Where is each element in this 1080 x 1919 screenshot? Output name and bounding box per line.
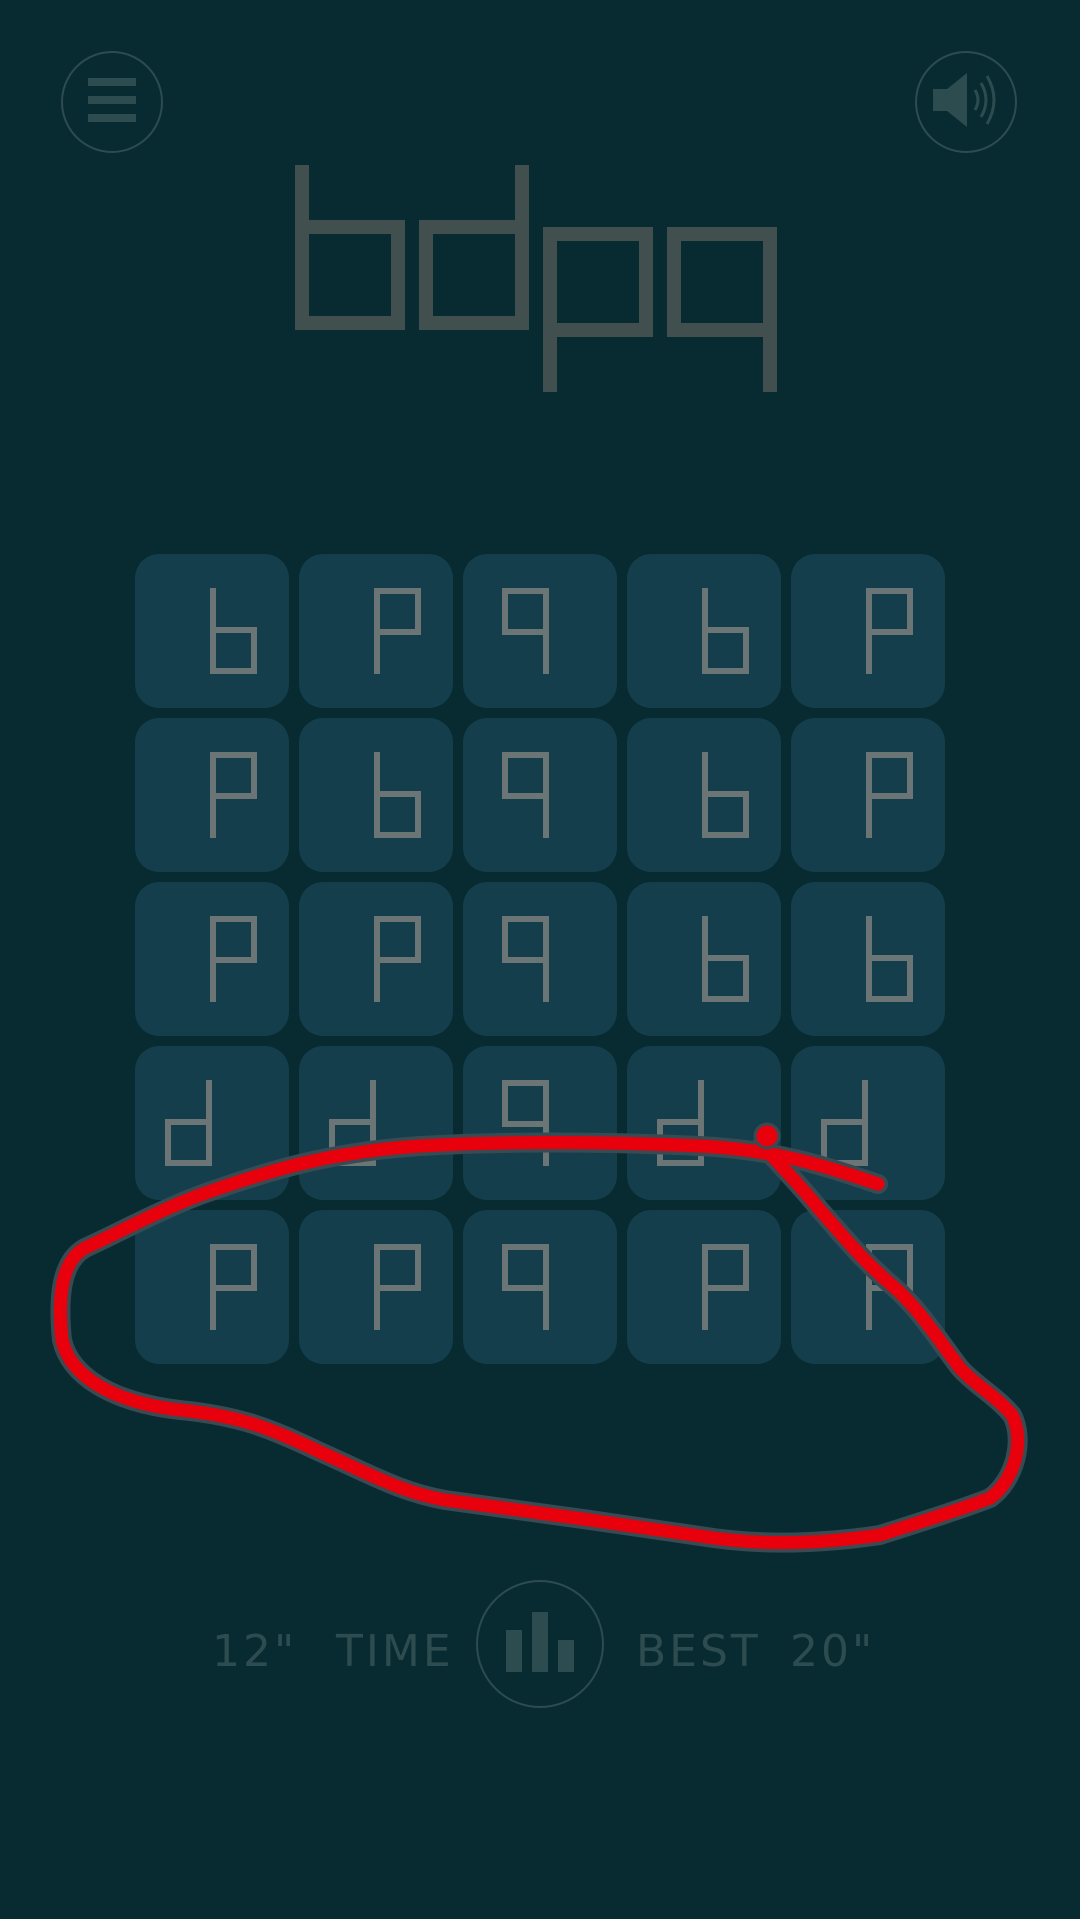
- tile[interactable]: [135, 554, 289, 708]
- tile-letter-p: [702, 1244, 749, 1330]
- tile-letter-q: [502, 1080, 549, 1166]
- tile[interactable]: [463, 718, 617, 872]
- tile-letter-b: [702, 916, 749, 1002]
- speaker-sound-icon: [933, 71, 999, 133]
- tile-letter-p: [866, 588, 913, 674]
- tile-letter-p: [374, 1244, 421, 1330]
- tile[interactable]: [299, 1046, 453, 1200]
- tile[interactable]: [627, 554, 781, 708]
- time-label: TIME: [336, 1626, 454, 1677]
- menu-button[interactable]: [61, 51, 163, 153]
- tile-letter-b: [210, 588, 257, 674]
- tile[interactable]: [791, 1046, 945, 1200]
- tile-letter-b: [374, 752, 421, 838]
- tile[interactable]: [135, 1046, 289, 1200]
- hamburger-menu-icon: [88, 78, 136, 126]
- tile-letter-p: [866, 752, 913, 838]
- sound-toggle-button[interactable]: [915, 51, 1017, 153]
- tile-letter-b: [702, 588, 749, 674]
- logo-letter-d: [419, 165, 529, 330]
- tile-letter-q: [502, 752, 549, 838]
- tile[interactable]: [627, 718, 781, 872]
- tile[interactable]: [627, 1046, 781, 1200]
- tile-letter-p: [210, 1244, 257, 1330]
- best-time: 20": [790, 1626, 876, 1677]
- best-label: BEST: [636, 1626, 761, 1677]
- tile-letter-d: [821, 1080, 868, 1166]
- tile-letter-p: [866, 1244, 913, 1330]
- current-time: 12": [212, 1626, 298, 1677]
- bar-chart-icon: [506, 1612, 574, 1676]
- tile[interactable]: [627, 882, 781, 1036]
- tile-letter-d: [329, 1080, 376, 1166]
- letter-grid: [135, 554, 945, 1364]
- tile[interactable]: [791, 718, 945, 872]
- tile-letter-d: [165, 1080, 212, 1166]
- tile[interactable]: [299, 718, 453, 872]
- tile[interactable]: [135, 882, 289, 1036]
- tile[interactable]: [791, 882, 945, 1036]
- tile[interactable]: [463, 1210, 617, 1364]
- leaderboard-button[interactable]: [476, 1580, 604, 1708]
- logo-letter-b: [295, 165, 405, 330]
- game-screen: 12" TIME BEST 20": [0, 0, 1080, 1919]
- tile-letter-p: [210, 916, 257, 1002]
- tile[interactable]: [299, 554, 453, 708]
- tile[interactable]: [299, 882, 453, 1036]
- tile[interactable]: [135, 1210, 289, 1364]
- tile[interactable]: [299, 1210, 453, 1364]
- tile-letter-d: [657, 1080, 704, 1166]
- tile[interactable]: [791, 1210, 945, 1364]
- tile-letter-q: [502, 916, 549, 1002]
- tile-letter-q: [502, 588, 549, 674]
- tile-letter-p: [210, 752, 257, 838]
- tile-letter-p: [374, 916, 421, 1002]
- tile[interactable]: [463, 554, 617, 708]
- tile-letter-b: [866, 916, 913, 1002]
- tile[interactable]: [791, 554, 945, 708]
- tile-letter-b: [702, 752, 749, 838]
- tile[interactable]: [135, 718, 289, 872]
- tile[interactable]: [463, 882, 617, 1036]
- tile[interactable]: [627, 1210, 781, 1364]
- logo-letter-p: [543, 227, 653, 392]
- tile[interactable]: [463, 1046, 617, 1200]
- logo-letter-q: [667, 227, 777, 392]
- score-bar: 12" TIME BEST 20": [0, 1580, 1080, 1710]
- tile-letter-q: [502, 1244, 549, 1330]
- tile-letter-p: [374, 588, 421, 674]
